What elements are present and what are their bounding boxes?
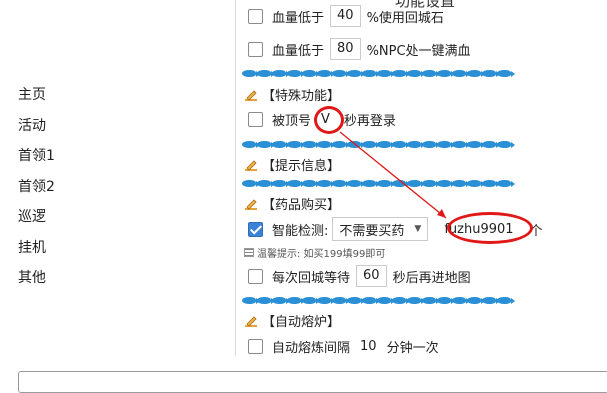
bottom-input-box[interactable] <box>18 371 607 393</box>
annotation-arrow <box>339 131 447 219</box>
